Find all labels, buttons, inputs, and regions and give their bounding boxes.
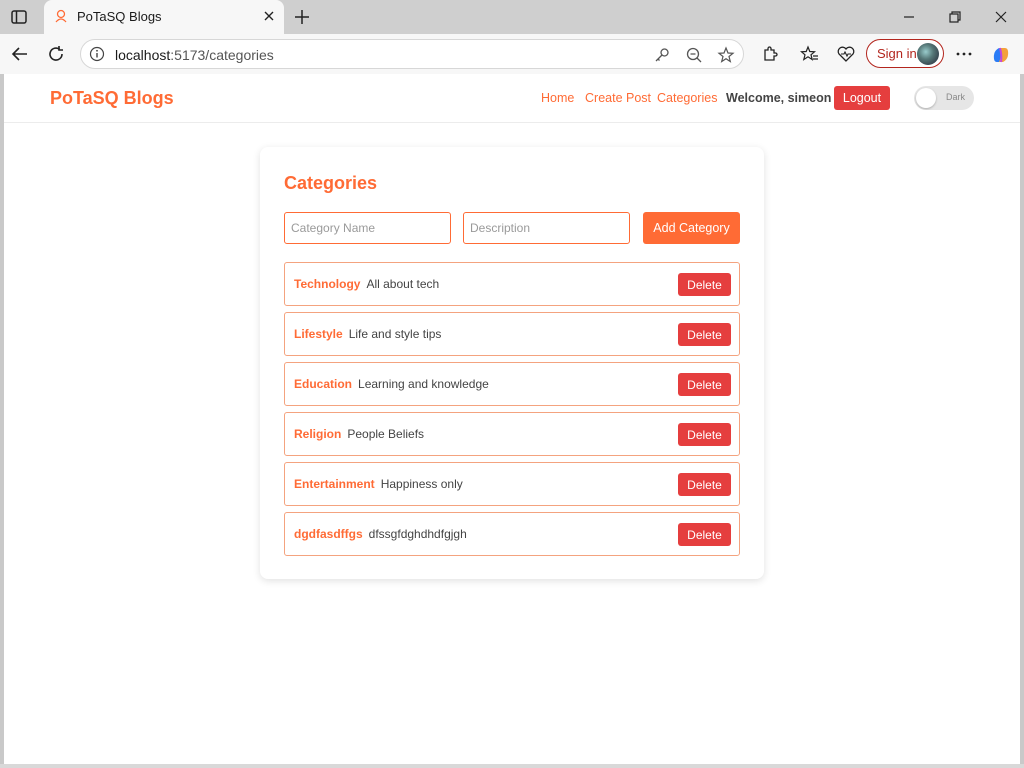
category-name-text: Lifestyle bbox=[294, 327, 343, 341]
site-info-icon[interactable] bbox=[89, 46, 105, 62]
sign-in-label: Sign in bbox=[877, 46, 917, 61]
category-name-text: dgdfasdffgs bbox=[294, 527, 363, 541]
profile-avatar bbox=[917, 43, 939, 65]
copilot-icon[interactable] bbox=[990, 44, 1010, 64]
category-row: Religion People Beliefs Delete bbox=[284, 412, 740, 456]
delete-button[interactable]: Delete bbox=[678, 473, 731, 496]
favorite-star-icon[interactable] bbox=[717, 46, 735, 64]
categories-card: Categories Add Category Technology All ab… bbox=[260, 147, 764, 579]
delete-button[interactable]: Delete bbox=[678, 323, 731, 346]
url-host: localhost bbox=[115, 47, 171, 63]
zoom-out-icon[interactable] bbox=[685, 46, 703, 64]
category-name: Lifestyle Life and style tips bbox=[294, 327, 441, 341]
category-list: Technology All about tech Delete Lifestyl… bbox=[284, 262, 740, 562]
welcome-text: Welcome, simeon bbox=[726, 91, 832, 105]
minimize-icon[interactable] bbox=[900, 8, 918, 26]
category-row: Entertainment Happiness only Delete bbox=[284, 462, 740, 506]
brand-logo[interactable]: PoTaSQ Blogs bbox=[50, 88, 174, 109]
category-name-text: Education bbox=[294, 377, 353, 391]
new-tab-icon[interactable] bbox=[292, 7, 312, 27]
more-options-icon[interactable] bbox=[954, 44, 974, 64]
nav-categories[interactable]: Categories bbox=[657, 91, 717, 105]
category-name: Religion People Beliefs bbox=[294, 427, 424, 441]
category-description: People Beliefs bbox=[347, 427, 425, 441]
window-bottom-edge bbox=[0, 764, 1024, 768]
address-bar[interactable]: localhost:5173/categories bbox=[80, 39, 744, 69]
key-icon[interactable] bbox=[653, 46, 671, 64]
category-description: Life and style tips bbox=[348, 327, 442, 341]
category-description: All about tech bbox=[366, 277, 440, 291]
tab-title: PoTaSQ Blogs bbox=[77, 9, 162, 24]
close-window-icon[interactable] bbox=[992, 8, 1010, 26]
site-favicon-icon bbox=[54, 9, 68, 23]
refresh-icon[interactable] bbox=[46, 44, 66, 64]
site-header: PoTaSQ Blogs Home Create Post Categories… bbox=[4, 74, 1020, 123]
delete-button[interactable]: Delete bbox=[678, 373, 731, 396]
category-row: Education Learning and knowledge Delete bbox=[284, 362, 740, 406]
nav-create-post[interactable]: Create Post bbox=[585, 91, 651, 105]
description-input[interactable] bbox=[463, 212, 630, 244]
extensions-icon[interactable] bbox=[760, 44, 780, 64]
tab-actions-icon[interactable] bbox=[10, 8, 28, 26]
browser-tab[interactable]: PoTaSQ Blogs bbox=[44, 0, 284, 34]
category-name-input[interactable] bbox=[284, 212, 451, 244]
favorites-icon[interactable] bbox=[799, 44, 820, 64]
restore-icon[interactable] bbox=[946, 8, 964, 26]
back-icon[interactable] bbox=[10, 44, 30, 64]
category-name: dgdfasdffgs dfssgfdghdhdfgjgh bbox=[294, 527, 467, 541]
delete-button[interactable]: Delete bbox=[678, 423, 731, 446]
category-row: dgdfasdffgs dfssgfdghdhdfgjgh Delete bbox=[284, 512, 740, 556]
category-name-text: Entertainment bbox=[294, 477, 375, 491]
toggle-dark-label: Dark bbox=[946, 92, 966, 102]
page-viewport: PoTaSQ Blogs Home Create Post Categories… bbox=[4, 74, 1020, 764]
browser-toolbar: localhost:5173/categories Sign in bbox=[0, 34, 1024, 74]
browser-essentials-icon[interactable] bbox=[836, 44, 856, 64]
category-row: Lifestyle Life and style tips Delete bbox=[284, 312, 740, 356]
category-name: Entertainment Happiness only bbox=[294, 477, 463, 491]
page-title: Categories bbox=[284, 173, 378, 193]
logout-button[interactable]: Logout bbox=[834, 86, 890, 110]
category-description: dfssgfdghdhdfgjgh bbox=[368, 527, 467, 541]
delete-button[interactable]: Delete bbox=[678, 523, 731, 546]
sign-in-button[interactable]: Sign in bbox=[866, 39, 944, 68]
browser-tab-bar: PoTaSQ Blogs bbox=[0, 0, 1024, 34]
category-description: Happiness only bbox=[380, 477, 463, 491]
url-text[interactable]: localhost:5173/categories bbox=[115, 47, 274, 63]
category-description: Learning and knowledge bbox=[358, 377, 489, 391]
url-path: :5173/categories bbox=[170, 47, 274, 63]
category-name-text: Religion bbox=[294, 427, 342, 441]
close-tab-icon[interactable] bbox=[262, 9, 276, 23]
nav-home[interactable]: Home bbox=[541, 91, 574, 105]
category-name-text: Technology bbox=[294, 277, 361, 291]
category-name: Technology All about tech bbox=[294, 277, 439, 291]
delete-button[interactable]: Delete bbox=[678, 273, 731, 296]
category-row: Technology All about tech Delete bbox=[284, 262, 740, 306]
theme-toggle[interactable]: ht Dark bbox=[914, 86, 974, 110]
add-category-button[interactable]: Add Category bbox=[643, 212, 740, 244]
category-name: Education Learning and knowledge bbox=[294, 377, 489, 391]
toggle-knob bbox=[916, 88, 936, 108]
